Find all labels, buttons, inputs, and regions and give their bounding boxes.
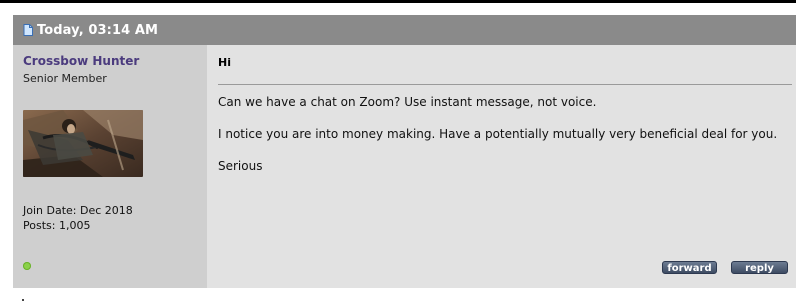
online-status-icon [23,262,31,270]
join-date: Join Date: Dec 2018 [23,204,133,217]
user-title: Senior Member [23,72,107,85]
message-divider [218,84,792,85]
footer-mark [22,299,24,301]
forward-button[interactable]: forward [662,261,717,274]
message-panel: Hi Can we have a chat on Zoom? Use insta… [207,45,796,288]
avatar[interactable] [23,110,143,177]
post-count: Posts: 1,005 [23,219,91,232]
post-document-icon [23,24,33,36]
post-date: Today, 03:14 AM [37,22,159,38]
message-paragraph: I notice you are into money making. Have… [218,127,778,141]
message-body: Can we have a chat on Zoom? Use instant … [218,93,777,189]
reply-button[interactable]: reply [731,261,788,274]
message-paragraph: Can we have a chat on Zoom? Use instant … [218,95,597,109]
top-border [0,0,796,3]
user-panel: Crossbow Hunter Senior Member Join Date:… [13,45,207,288]
post-header: Today, 03:14 AM [13,15,796,45]
message-title: Hi [218,56,231,69]
username-link[interactable]: Crossbow Hunter [23,54,139,68]
user-stats: Join Date: Dec 2018 Posts: 1,005 [23,203,133,233]
message-paragraph: Serious [218,159,263,173]
